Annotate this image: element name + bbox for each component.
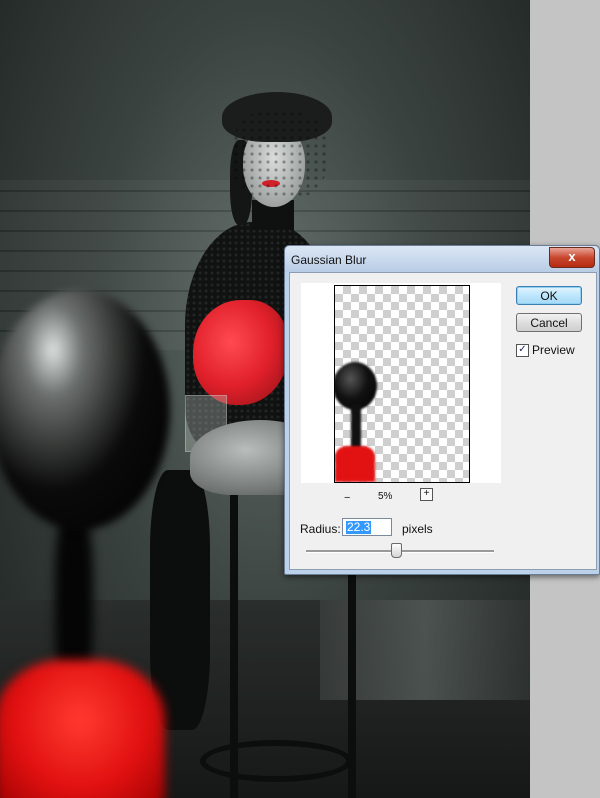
zoom-out-button[interactable]: − — [344, 492, 350, 504]
woman-veil — [232, 110, 327, 200]
preview-checkbox[interactable]: ✓ — [516, 344, 529, 357]
preview-red-pot — [335, 446, 375, 482]
preview-image[interactable] — [334, 285, 470, 483]
preview-label: Preview — [532, 343, 575, 357]
preview-stem — [351, 404, 361, 450]
radius-slider-thumb[interactable] — [391, 543, 403, 558]
close-icon: x — [568, 249, 576, 264]
radius-value: 22.3 — [346, 520, 372, 534]
red-flower — [193, 300, 288, 405]
radius-label: Radius: — [300, 522, 341, 536]
close-button[interactable]: x — [549, 247, 595, 268]
zoom-in-button[interactable]: + — [420, 488, 433, 501]
foreground-balloon — [0, 290, 170, 530]
radius-input[interactable]: 22.3 — [342, 518, 392, 536]
radius-unit: pixels — [402, 522, 433, 536]
dialog-title: Gaussian Blur — [291, 253, 367, 267]
zoom-level: 5% — [378, 491, 393, 502]
dialog-body: − 5% + Radius: 22.3 pixels OK Cancel ✓ P… — [289, 272, 597, 570]
stool-ring — [200, 740, 352, 782]
dialog-titlebar[interactable]: Gaussian Blur x — [285, 246, 599, 272]
cancel-button[interactable]: Cancel — [516, 313, 582, 332]
woman-legs — [150, 470, 210, 730]
checkmark-icon: ✓ — [518, 344, 527, 355]
gaussian-blur-dialog: Gaussian Blur x − 5% + Radius: 22.3 pixe… — [284, 245, 600, 575]
preview-pane[interactable] — [301, 283, 501, 483]
foreground-red-pot — [0, 660, 165, 798]
preview-balloon — [335, 362, 377, 410]
ok-button[interactable]: OK — [516, 286, 582, 305]
